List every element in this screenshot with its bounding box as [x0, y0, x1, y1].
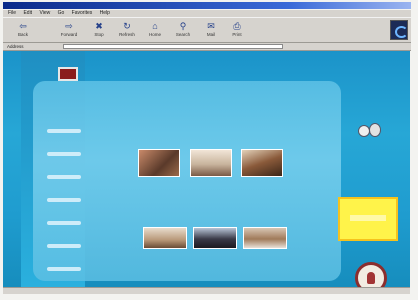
- browser-logo-icon: [390, 20, 408, 40]
- refresh-icon: ↻: [123, 21, 131, 31]
- browser-toolbar: ⇦ Back ⇨ Forward ✖ Stop ↻ Refresh ⌂ Home…: [3, 17, 411, 43]
- stop-button[interactable]: ✖ Stop: [87, 21, 111, 40]
- home-button[interactable]: ⌂ Home: [143, 21, 167, 40]
- print-icon: ⎙: [233, 21, 241, 31]
- forward-arrow-icon: ⇨: [65, 21, 73, 31]
- window-titlebar: [3, 2, 411, 9]
- forward-button[interactable]: ⇨ Forward: [57, 21, 81, 40]
- menu-view[interactable]: View: [39, 10, 50, 16]
- photo-thumbnail[interactable]: [190, 149, 232, 177]
- home-label: Home: [148, 32, 161, 37]
- refresh-label: Refresh: [119, 32, 135, 37]
- nav-link[interactable]: [47, 244, 81, 248]
- home-icon: ⌂: [152, 21, 158, 31]
- address-label: Address: [7, 44, 24, 49]
- search-icon: ⚲: [179, 21, 187, 31]
- photo-thumbnail[interactable]: [241, 149, 283, 177]
- stop-label: Stop: [94, 32, 104, 37]
- menu-edit[interactable]: Edit: [23, 10, 32, 16]
- nav-link[interactable]: [47, 267, 81, 271]
- highlight-box[interactable]: [338, 197, 398, 241]
- nav-link[interactable]: [47, 175, 81, 179]
- mail-button[interactable]: ✉ Mail: [199, 21, 223, 40]
- stop-icon: ✖: [95, 21, 103, 31]
- mail-label: Mail: [206, 32, 216, 37]
- menu-file[interactable]: File: [8, 10, 16, 16]
- menu-help[interactable]: Help: [100, 10, 110, 16]
- photo-thumbnail[interactable]: [243, 227, 287, 249]
- people-icon[interactable]: [358, 121, 381, 137]
- print-label: Print: [232, 32, 242, 37]
- nav-link[interactable]: [47, 221, 81, 225]
- status-bar: [3, 287, 410, 294]
- photo-thumbnail[interactable]: [143, 227, 187, 249]
- web-page: [3, 51, 410, 287]
- search-button[interactable]: ⚲ Search: [171, 21, 195, 40]
- address-input[interactable]: [63, 44, 283, 49]
- menu-go[interactable]: Go: [58, 10, 65, 16]
- back-label: Back: [17, 32, 28, 37]
- site-nav: [47, 129, 85, 287]
- photo-thumbnail[interactable]: [193, 227, 237, 249]
- refresh-button[interactable]: ↻ Refresh: [115, 21, 139, 40]
- print-button[interactable]: ⎙ Print: [225, 21, 249, 40]
- menu-favorites[interactable]: Favorites: [72, 10, 93, 16]
- back-button[interactable]: ⇦ Back: [11, 21, 35, 40]
- photo-thumbnail[interactable]: [138, 149, 180, 177]
- mail-icon: ✉: [207, 21, 215, 31]
- menu-bar: File Edit View Go Favorites Help: [3, 10, 411, 17]
- nav-link[interactable]: [47, 152, 81, 156]
- nav-link[interactable]: [47, 129, 81, 133]
- site-logo[interactable]: [58, 67, 78, 81]
- nav-link[interactable]: [47, 198, 81, 202]
- highlight-box-text: [350, 215, 386, 221]
- seal-logo-icon[interactable]: [355, 262, 387, 287]
- search-label: Search: [175, 32, 191, 37]
- back-arrow-icon: ⇦: [19, 21, 27, 31]
- address-bar: Address: [3, 43, 411, 51]
- forward-label: Forward: [60, 32, 78, 37]
